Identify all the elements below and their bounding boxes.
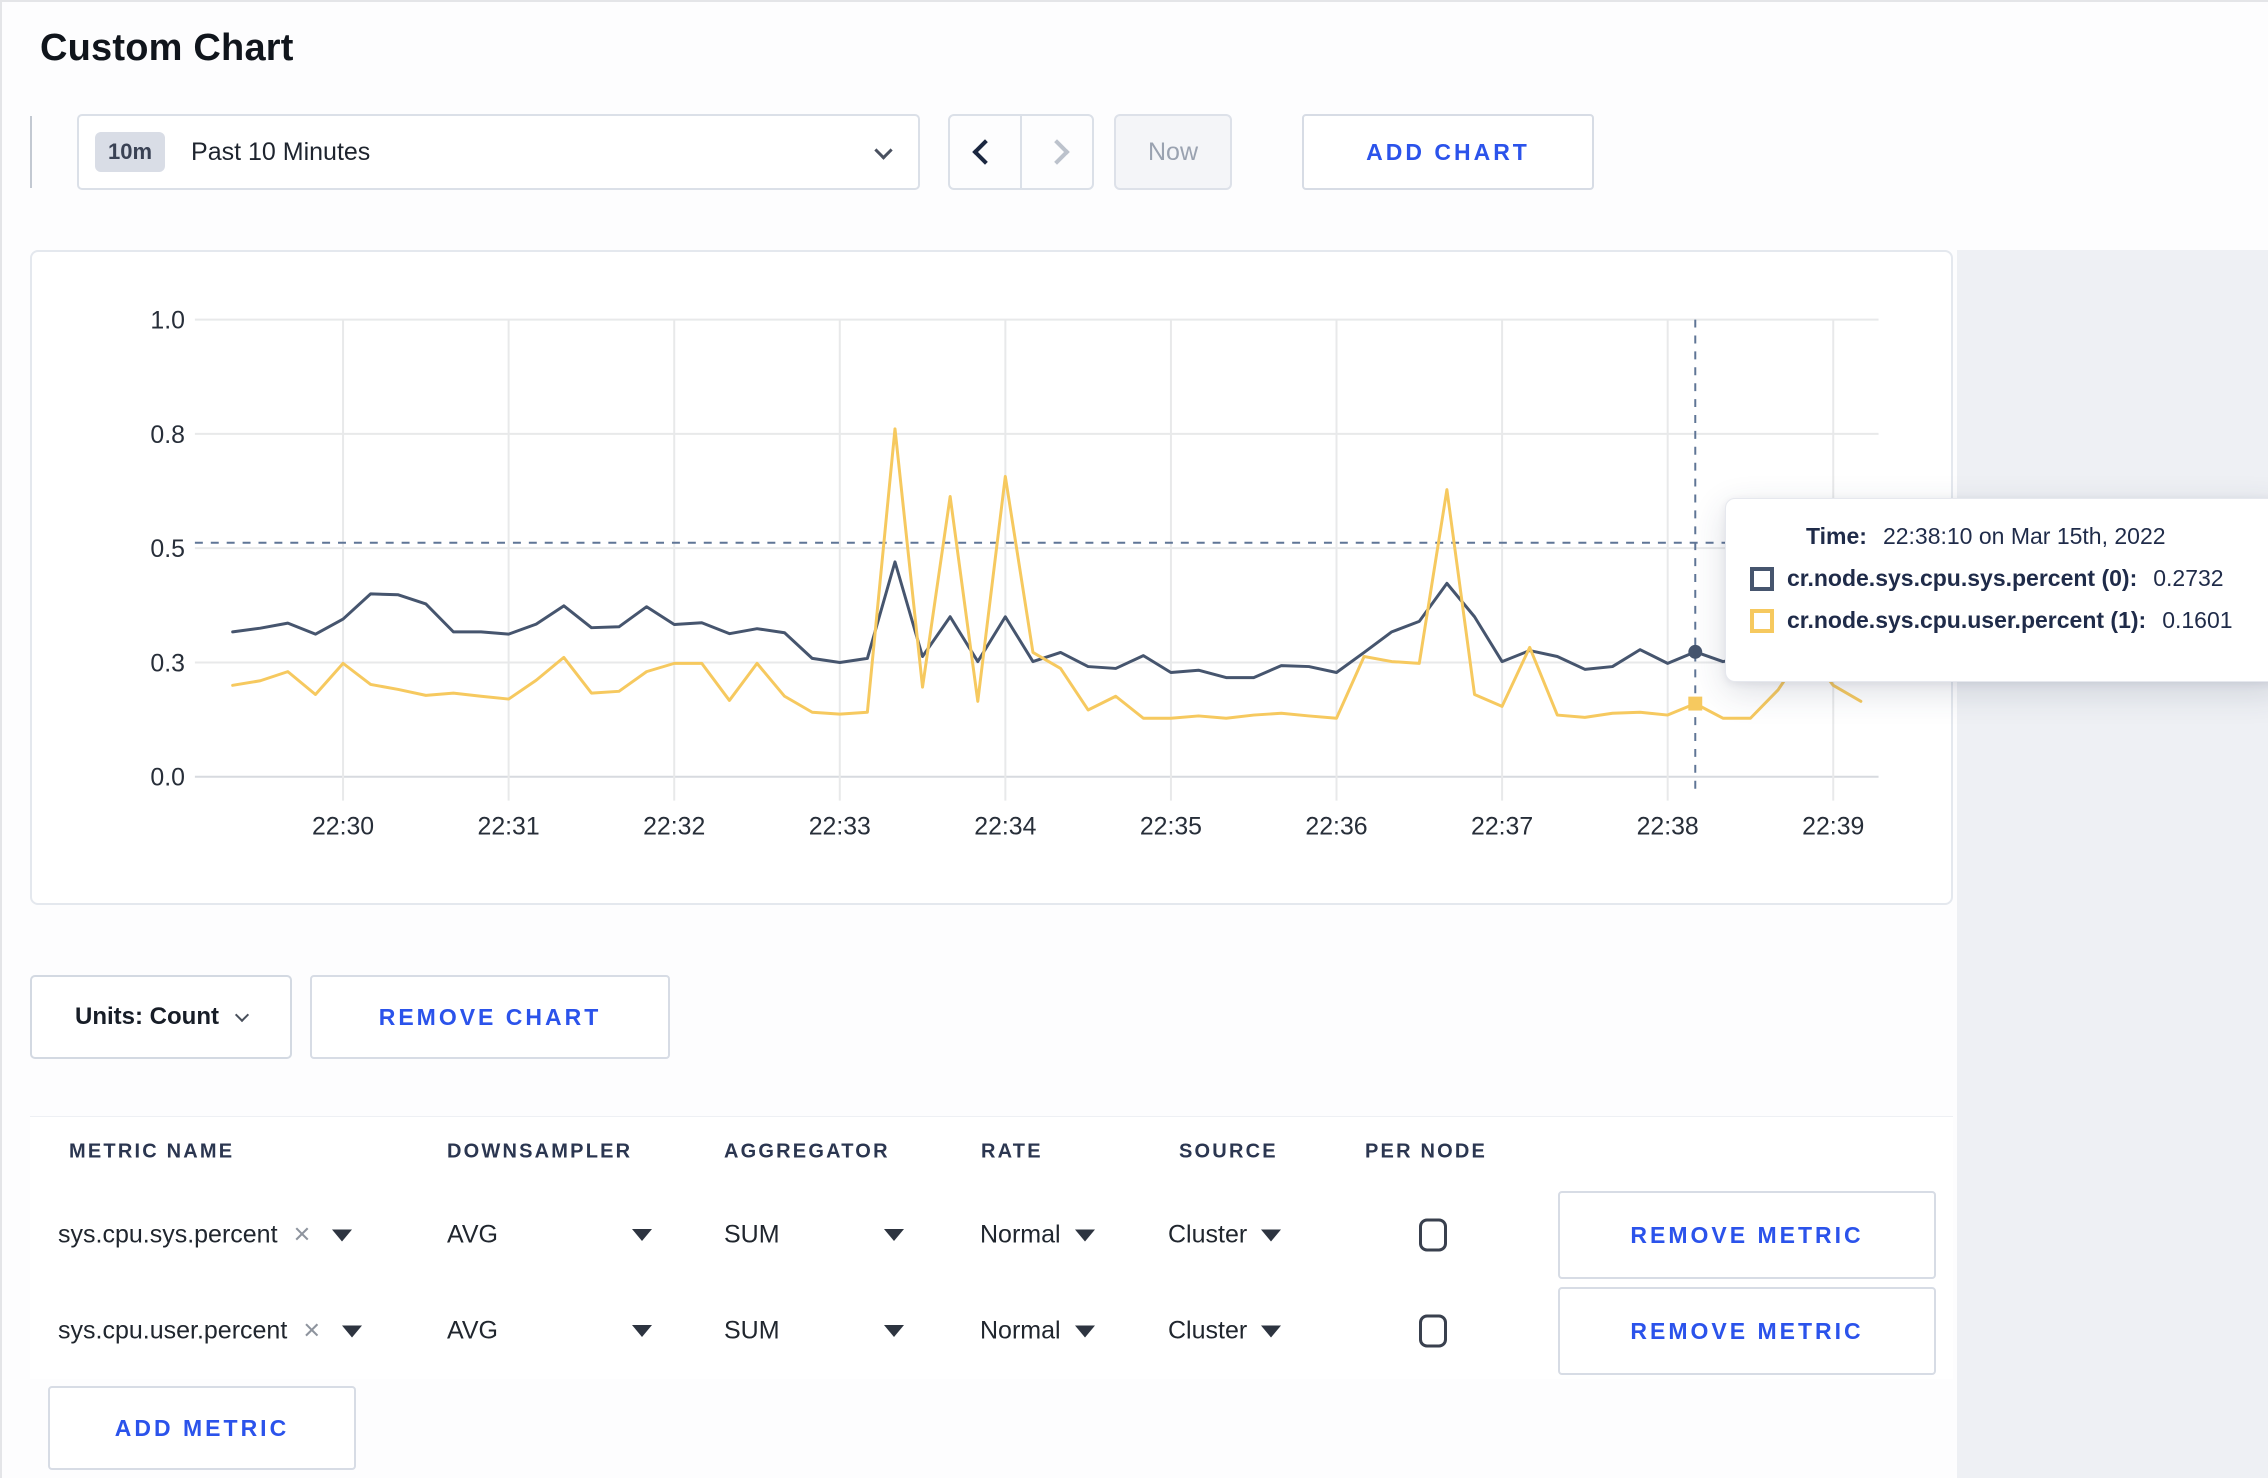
units-dropdown[interactable]: Units: Count xyxy=(30,975,292,1059)
tooltip-series-label: cr.node.sys.cpu.sys.percent (0): xyxy=(1787,565,2138,591)
downsampler-value: AVG xyxy=(447,1316,498,1345)
column-header-source: SOURCE xyxy=(1179,1140,1278,1163)
time-back-button[interactable] xyxy=(948,114,1021,190)
tooltip-time-label: Time: xyxy=(1806,523,1867,549)
tooltip-series-value: 0.2732 xyxy=(2153,565,2224,591)
rate-value: Normal xyxy=(980,1220,1061,1249)
toolbar-divider xyxy=(30,116,32,188)
x-axis-tick-label: 22:36 xyxy=(1305,813,1367,840)
metric-name-select[interactable]: sys.cpu.user.percent × xyxy=(58,1316,363,1346)
x-axis-tick-label: 22:34 xyxy=(974,813,1036,840)
y-axis-tick-label: 0.5 xyxy=(150,536,185,563)
tooltip-time-row: Time: 22:38:10 on Mar 15th, 2022 xyxy=(1750,523,2268,550)
column-header-per-node: PER NODE xyxy=(1365,1140,1488,1163)
add-metric-button[interactable]: ADD METRIC xyxy=(48,1386,356,1470)
caret-down-icon[interactable] xyxy=(342,1325,363,1337)
y-axis-tick-label: 0.0 xyxy=(150,765,185,792)
y-axis-tick-label: 1.0 xyxy=(150,308,185,335)
clear-metric-icon[interactable]: × xyxy=(294,1220,311,1250)
x-axis-tick-label: 22:35 xyxy=(1140,813,1202,840)
tooltip-series-row: cr.node.sys.cpu.sys.percent (0): 0.2732 xyxy=(1750,565,2268,592)
clear-metric-icon[interactable]: × xyxy=(303,1316,320,1346)
remove-metric-button[interactable]: REMOVE METRIC xyxy=(1558,1287,1936,1375)
time-forward-button[interactable] xyxy=(1021,114,1094,190)
remove-chart-button[interactable]: REMOVE CHART xyxy=(310,975,670,1059)
tooltip-series-row: cr.node.sys.cpu.user.percent (1): 0.1601 xyxy=(1750,607,2268,634)
downsampler-select[interactable]: AVG xyxy=(447,1221,498,1250)
caret-down-icon xyxy=(1261,1229,1282,1241)
caret-down-icon[interactable] xyxy=(884,1229,904,1241)
column-header-downsampler: DOWNSAMPLER xyxy=(447,1140,633,1163)
caret-down-icon[interactable] xyxy=(332,1229,353,1241)
time-range-label: Past 10 Minutes xyxy=(191,137,371,166)
tooltip-time-value: 22:38:10 on Mar 15th, 2022 xyxy=(1882,523,2166,549)
caret-down-icon[interactable] xyxy=(632,1325,652,1337)
y-axis-tick-label: 0.8 xyxy=(150,422,185,449)
chevron-down-icon xyxy=(874,140,893,160)
metrics-table: METRIC NAME DOWNSAMPLER AGGREGATOR RATE … xyxy=(30,1116,1953,1379)
column-header-metric-name: METRIC NAME xyxy=(69,1140,235,1163)
x-axis-tick-label: 22:38 xyxy=(1637,813,1699,840)
rate-value: Normal xyxy=(980,1316,1061,1345)
caret-down-icon[interactable] xyxy=(884,1325,904,1337)
caret-down-icon xyxy=(1074,1229,1095,1241)
series-line-user-percent xyxy=(231,427,1863,720)
time-range-badge: 10m xyxy=(95,132,166,172)
x-axis-tick-label: 22:39 xyxy=(1802,813,1864,840)
remove-metric-button[interactable]: REMOVE METRIC xyxy=(1558,1191,1936,1279)
source-select[interactable]: Cluster xyxy=(1168,1316,1282,1346)
source-value: Cluster xyxy=(1168,1220,1248,1249)
rate-select[interactable]: Normal xyxy=(980,1317,1095,1346)
x-axis-tick-label: 22:32 xyxy=(643,813,705,840)
x-axis-tick-label: 22:33 xyxy=(809,813,871,840)
custom-chart-card[interactable]: 0.0 0.3 0.5 0.8 1.0 22:30 22:31 22:32 22:33 22:34… xyxy=(30,250,1953,905)
hover-marker-sys xyxy=(1688,644,1703,659)
caret-down-icon xyxy=(1074,1325,1095,1337)
window-left-edge xyxy=(0,0,2,1478)
metric-name-value: sys.cpu.sys.percent xyxy=(58,1220,278,1249)
user-percent-swatch-icon xyxy=(1750,608,1774,633)
x-axis-tick-label: 22:31 xyxy=(478,813,540,840)
aggregator-select[interactable]: SUM xyxy=(724,1221,780,1250)
downsampler-value: AVG xyxy=(447,1220,498,1249)
chevron-right-icon xyxy=(1044,139,1070,165)
caret-down-icon[interactable] xyxy=(632,1229,652,1241)
metrics-table-header: METRIC NAME DOWNSAMPLER AGGREGATOR RATE … xyxy=(30,1117,1953,1187)
source-value: Cluster xyxy=(1168,1316,1248,1345)
column-header-rate: RATE xyxy=(981,1140,1043,1163)
time-range-dropdown[interactable]: 10m Past 10 Minutes xyxy=(77,114,920,190)
sys-percent-swatch-icon xyxy=(1750,566,1774,591)
metric-name-value: sys.cpu.user.percent xyxy=(58,1316,288,1345)
per-node-checkbox[interactable] xyxy=(1419,1314,1447,1348)
now-button[interactable]: Now xyxy=(1114,114,1232,190)
chevron-left-icon xyxy=(972,139,998,165)
page-right-gutter xyxy=(1957,250,2268,1478)
downsampler-select[interactable]: AVG xyxy=(447,1317,498,1346)
aggregator-value: SUM xyxy=(724,1316,780,1345)
add-chart-button[interactable]: ADD CHART xyxy=(1302,114,1594,190)
column-header-aggregator: AGGREGATOR xyxy=(724,1140,890,1163)
x-axis-tick-label: 22:30 xyxy=(312,813,374,840)
hover-marker-user xyxy=(1688,696,1703,711)
aggregator-value: SUM xyxy=(724,1220,780,1249)
page-title: Custom Chart xyxy=(40,27,294,70)
chevron-down-icon xyxy=(234,1007,250,1023)
tooltip-series-label: cr.node.sys.cpu.user.percent (1): xyxy=(1787,607,2147,633)
tooltip-series-value: 0.1601 xyxy=(2162,607,2233,633)
metric-name-select[interactable]: sys.cpu.sys.percent × xyxy=(58,1220,353,1250)
caret-down-icon xyxy=(1261,1325,1282,1337)
metric-row: sys.cpu.user.percent × AVG SUM Normal Cl… xyxy=(30,1283,1953,1379)
aggregator-select[interactable]: SUM xyxy=(724,1317,780,1346)
rate-select[interactable]: Normal xyxy=(980,1221,1095,1250)
x-axis-tick-label: 22:37 xyxy=(1471,813,1533,840)
window-top-edge xyxy=(0,0,2268,2)
chart-hover-tooltip: Time: 22:38:10 on Mar 15th, 2022 cr.node… xyxy=(1725,498,2268,682)
metric-row: sys.cpu.sys.percent × AVG SUM Normal Clu… xyxy=(30,1187,1953,1283)
y-axis-tick-label: 0.3 xyxy=(150,650,185,677)
units-label: Units: Count xyxy=(75,1003,219,1030)
time-nav-group xyxy=(948,114,1094,190)
per-node-checkbox[interactable] xyxy=(1419,1218,1447,1252)
source-select[interactable]: Cluster xyxy=(1168,1220,1282,1250)
